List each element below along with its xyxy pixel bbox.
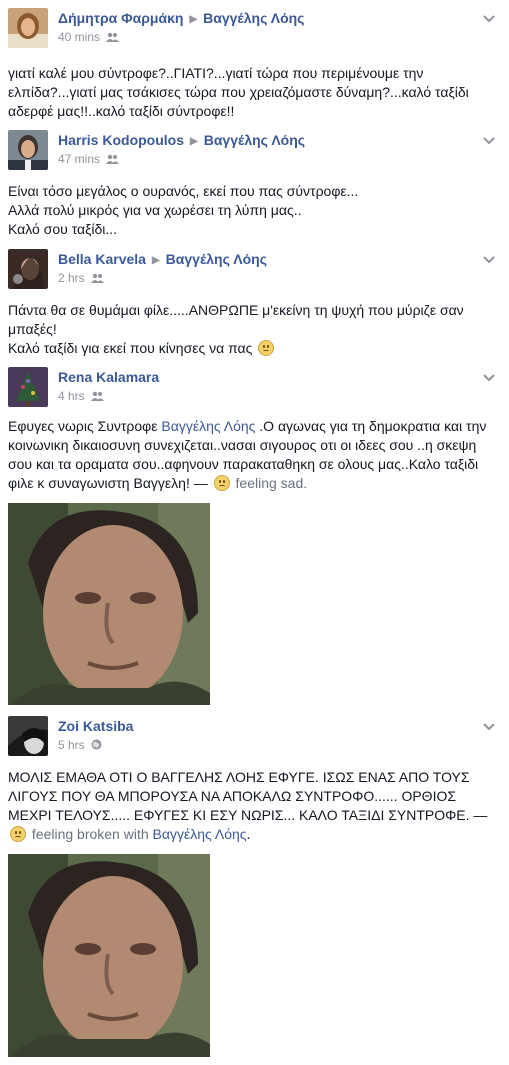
author-name[interactable]: Zoi Katsiba — [58, 718, 133, 734]
post-rena: Rena Kalamara 4 hrs Εφυγες νωρις Συντροφ… — [0, 367, 509, 705]
chevron-down-icon[interactable] — [481, 369, 497, 385]
tagged-person-link[interactable]: Βαγγέλης Λόης — [161, 418, 255, 434]
post-photo[interactable] — [8, 503, 210, 705]
friends-icon[interactable] — [90, 272, 104, 286]
avatar[interactable] — [8, 716, 48, 756]
post-text: Εφυγες νωρις Συντροφε Βαγγέλης Λόης .Ο α… — [8, 418, 487, 491]
friends-icon[interactable] — [106, 31, 120, 45]
chevron-down-icon[interactable] — [481, 251, 497, 267]
tagged-person-link[interactable]: Βαγγέλης Λόης — [153, 826, 247, 842]
arrow-icon: ▶ — [189, 14, 198, 25]
post-text: γιατί καλέ μου σύντροφε?..ΓΙΑΤΙ?...γιατί… — [8, 65, 469, 119]
post-dimitra: Δήμητρα Φαρμάκη ▶ Βαγγέλης Λόης 40 mins γι… — [0, 8, 509, 119]
author-name[interactable]: Harris Kodopoulos — [58, 132, 184, 148]
author-name[interactable]: Δήμητρα Φαρμάκη — [58, 10, 183, 26]
feeling-text: feeling broken with — [31, 826, 149, 842]
avatar[interactable] — [8, 8, 48, 48]
avatar[interactable] — [8, 367, 48, 407]
sad-emoji-icon — [213, 475, 230, 491]
timestamp[interactable]: 2 hrs — [58, 271, 85, 285]
avatar[interactable] — [8, 130, 48, 170]
target-name[interactable]: Βαγγέλης Λόης — [204, 132, 305, 148]
target-name[interactable]: Βαγγέλης Λόης — [166, 251, 267, 267]
post-zoi: Zoi Katsiba 5 hrs ΜΟΛΙΣ ΕΜΑΘΑ ΟΤΙ Ο ΒΑΓΓ… — [0, 716, 509, 1057]
post-text: Πάντα θα σε θυμάμαι φίλε.....ΑΝΘΡΩΠΕ μ'ε… — [8, 302, 464, 356]
post-bella: Bella Karvela ▶ Βαγγέλης Λόης 2 hrs Πάντα … — [0, 249, 509, 356]
timestamp[interactable]: 4 hrs — [58, 389, 85, 403]
post-harris: Harris Kodopoulos ▶ Βαγγέλης Λόης 47 mins … — [0, 130, 509, 237]
smile-emoji-icon — [258, 340, 275, 356]
arrow-icon: ▶ — [151, 255, 160, 266]
globe-icon[interactable] — [91, 739, 102, 753]
post-text: Είναι τόσο μεγάλος ο ουρανός, εκεί που π… — [8, 183, 359, 237]
sad-emoji-icon — [10, 826, 26, 842]
friends-icon[interactable] — [106, 153, 120, 167]
post-text: ΜΟΛΙΣ ΕΜΑΘΑ ΟΤΙ Ο ΒΑΓΓΕΛΗΣ ΛΟΗΣ ΕΦΥΓΕ. Ι… — [8, 769, 488, 842]
friends-icon[interactable] — [90, 390, 104, 404]
author-name[interactable]: Bella Karvela — [58, 251, 146, 267]
chevron-down-icon[interactable] — [481, 718, 497, 734]
arrow-icon: ▶ — [190, 136, 198, 147]
target-name[interactable]: Βαγγέλης Λόης — [203, 10, 304, 26]
comment-feed: Δήμητρα Φαρμάκη ▶ Βαγγέλης Λόης 40 mins γι… — [0, 0, 509, 1065]
chevron-down-icon[interactable] — [481, 10, 497, 26]
feeling-text: feeling sad. — [235, 475, 308, 491]
timestamp[interactable]: 40 mins — [58, 30, 100, 44]
timestamp[interactable]: 47 mins — [58, 152, 100, 166]
avatar[interactable] — [8, 249, 48, 289]
timestamp[interactable]: 5 hrs — [58, 738, 85, 752]
chevron-down-icon[interactable] — [481, 132, 497, 148]
post-photo[interactable] — [8, 854, 210, 1057]
author-name[interactable]: Rena Kalamara — [58, 369, 159, 385]
